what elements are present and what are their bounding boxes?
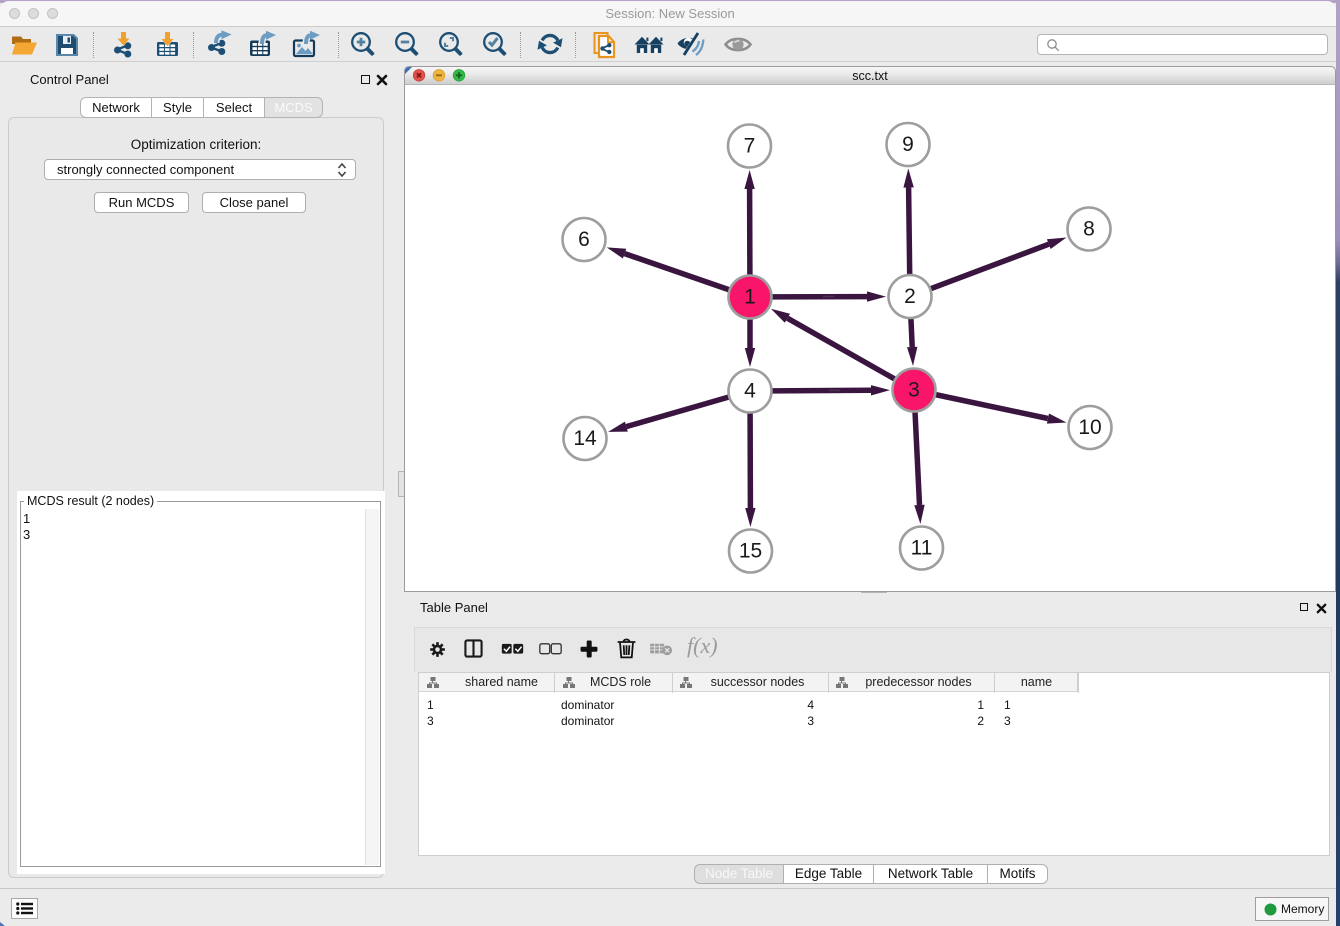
svg-text:11: 11 (911, 537, 933, 560)
svg-text:15: 15 (739, 540, 762, 563)
svg-text:8: 8 (1083, 218, 1095, 241)
svg-text:6: 6 (578, 228, 590, 251)
svg-text:3: 3 (908, 379, 920, 402)
svg-text:4: 4 (744, 380, 756, 403)
svg-text:2: 2 (904, 285, 916, 308)
svg-text:10: 10 (1078, 416, 1101, 439)
svg-text:14: 14 (573, 427, 597, 450)
svg-text:9: 9 (902, 133, 914, 156)
svg-text:7: 7 (744, 135, 756, 158)
svg-text:1: 1 (744, 286, 756, 309)
